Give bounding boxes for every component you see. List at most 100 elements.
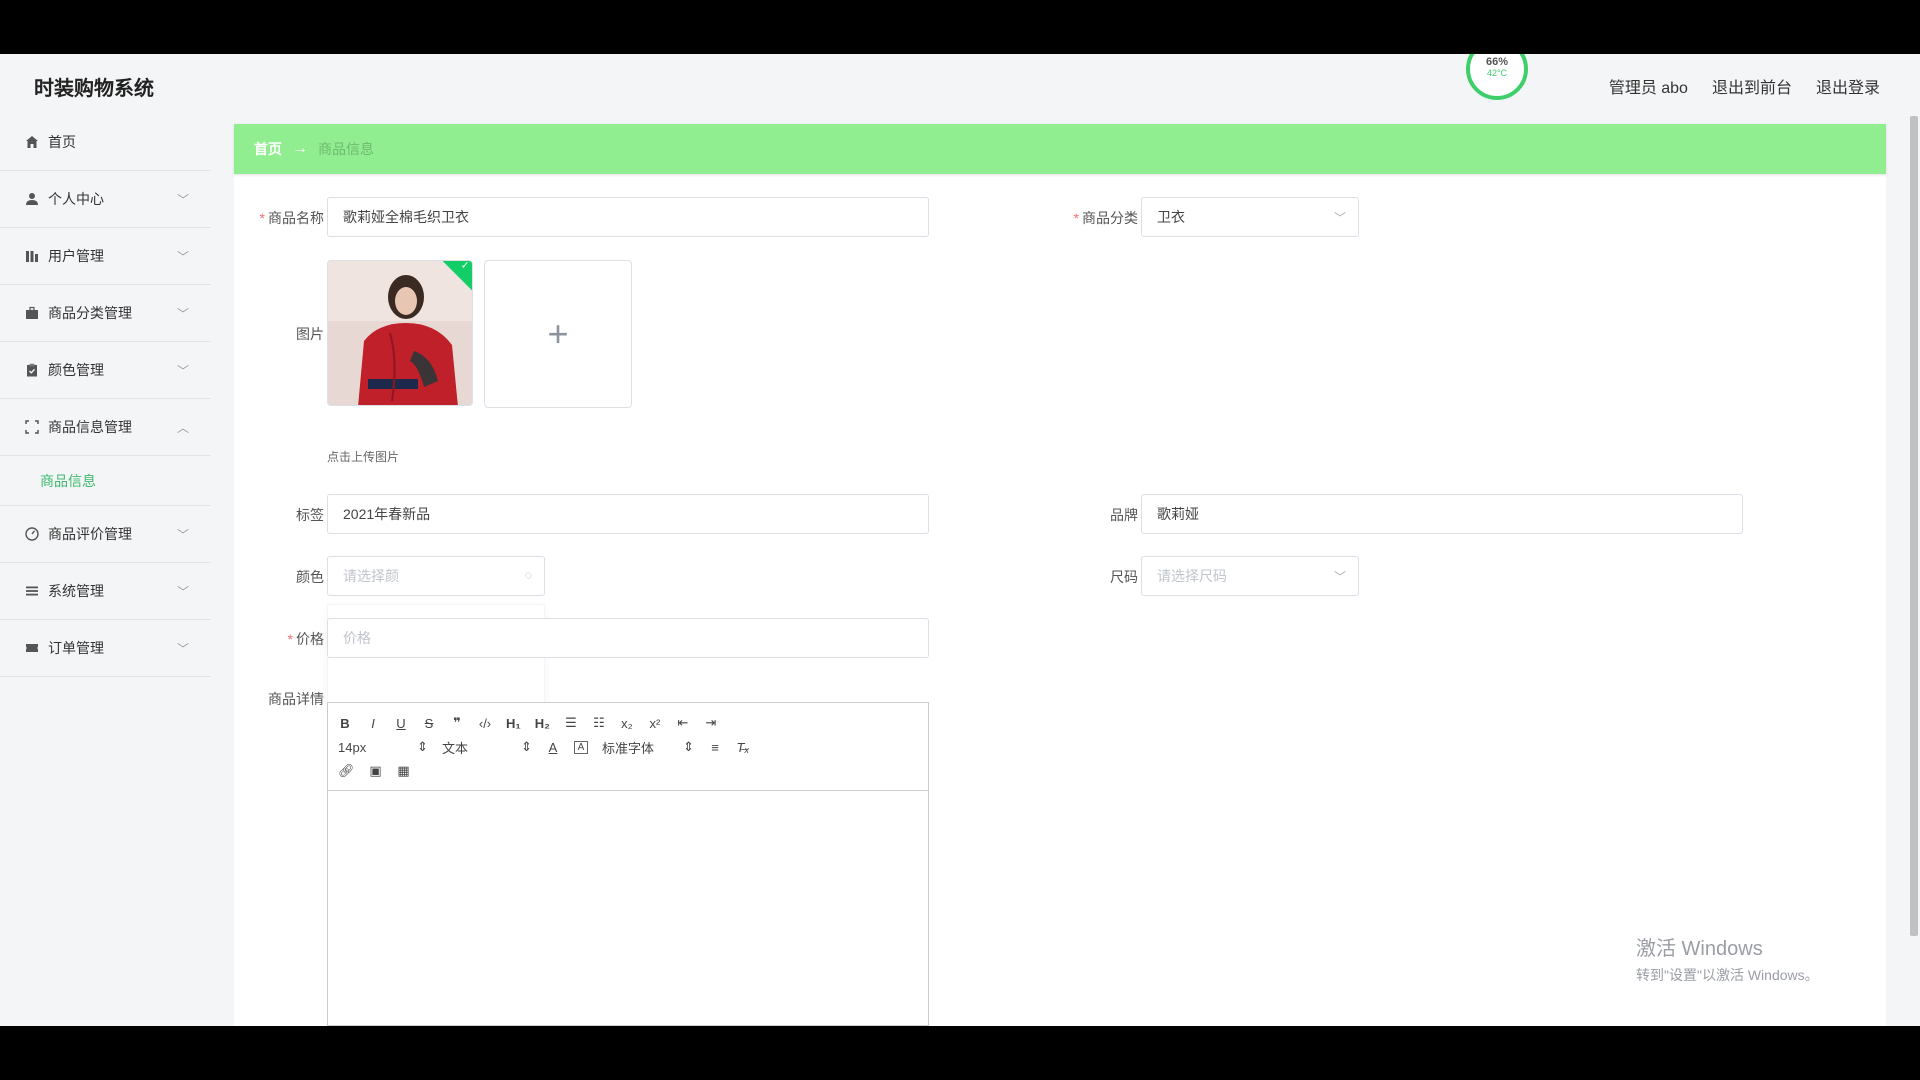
sidebar-item-label: 系统管理 [48,583,104,599]
breadcrumb-home[interactable]: 首页 [254,139,282,159]
image-label: 图片 [296,326,324,342]
color-placeholder: 请选择颜 [343,568,399,584]
logout-link[interactable]: 退出登录 [1816,74,1880,98]
italic-icon[interactable]: I [366,716,380,731]
sidebar-item-review-management[interactable]: 商品评价管理 ﹀ [0,506,211,563]
dropdown-option[interactable] [328,675,544,689]
price-label: * 价格 [287,631,324,647]
chevron-down-icon: ﹀ [176,585,189,599]
chevron-down-icon: ﹀ [1333,211,1346,225]
chevron-down-icon: ﹀ [176,193,189,207]
dropdown-option[interactable] [328,605,544,619]
sidebar-item-personal-center[interactable]: 个人中心 ﹀ [0,171,211,228]
category-label: * 商品分类 [1073,210,1138,226]
top-links: 管理员 abo 退出到前台 退出登录 [1609,74,1880,98]
watermark-line2: 转到"设置"以激活 Windows。 [1636,967,1819,983]
sidebar-item-home[interactable]: 首页 [0,114,211,171]
sidebar-item-label: 个人中心 [48,191,104,207]
chevron-down-icon: ﹀ [176,307,189,321]
sidebar-item-order-management[interactable]: 订单管理 ﹀ [0,620,211,677]
sidebar-item-label: 商品信息管理 [48,419,132,435]
loading-spinner-icon: ◌ [524,568,532,582]
image-icon[interactable]: ▣ [369,763,383,779]
sidebar-item-color-management[interactable]: 颜色管理 ﹀ [0,342,211,399]
font-family-select[interactable]: 标准字体 ⇕ [602,738,694,757]
windows-activation-watermark: 激活 Windows 转到"设置"以激活 Windows。 [1636,932,1819,985]
product-name-label: * 商品名称 [259,210,324,226]
brand-label: 品牌 [1110,507,1138,523]
font-size-select[interactable]: 14px ⇕ [338,739,428,755]
sidebar-item-label: 商品评价管理 [48,526,132,542]
main-content: 首页 → 商品信息 * 商品名称 歌莉娅全棉毛织卫衣 * 商品分类 卫衣 ﹀ 图片 [234,124,1886,1026]
color-label: 颜色 [296,569,324,585]
font-color-icon[interactable]: A [546,740,560,755]
chevron-down-icon: ﹀ [176,528,189,542]
align-icon[interactable]: ≡ [708,740,722,755]
clipboard-icon [24,362,40,378]
product-photo [328,261,472,405]
plus-icon: + [547,313,569,354]
chevron-down-icon: ﹀ [1333,570,1346,584]
sidebar-item-category-management[interactable]: 商品分类管理 ﹀ [0,285,211,342]
tag-input[interactable]: 2021年春新品 [327,494,929,534]
product-name-input[interactable]: 歌莉娅全棉毛织卫衣 [327,197,929,237]
brand-input[interactable]: 歌莉娅 [1141,494,1743,534]
blockquote-icon[interactable]: ❞ [450,715,464,731]
indent-icon[interactable]: ⇥ [704,715,718,731]
editor-content-area[interactable] [328,791,928,1025]
sidebar-item-product-info-management[interactable]: 商品信息管理 ︿ [0,399,211,456]
user-icon [24,191,40,207]
breadcrumb-current: 商品信息 [318,141,374,157]
briefcase-icon [24,305,40,321]
bullet-list-icon[interactable]: ☷ [592,715,606,731]
outdent-icon[interactable]: ⇤ [676,715,690,731]
text-type-select[interactable]: 文本 ⇕ [442,738,532,757]
letterbox-top [0,0,1920,54]
sidebar-subitem-product-info[interactable]: 商品信息 [0,456,211,506]
temperature-degree: 42°C [1486,68,1508,78]
upload-tip: 点击上传图片 [327,450,400,464]
code-block-icon[interactable]: ‹/› [478,716,492,731]
heading2-icon[interactable]: H₂ [535,716,550,731]
temperature-percent: 66% [1485,56,1509,68]
subscript-icon[interactable]: x₂ [620,716,634,731]
underline-icon[interactable]: U [394,716,408,731]
editor-toolbar: B I U S ❞ ‹/› H₁ H₂ ☰ ☷ x₂ x² ⇤ ⇥ 14px⇕ [328,703,928,791]
updown-icon: ⇕ [521,739,532,754]
go-frontend-link[interactable]: 退出到前台 [1712,74,1792,98]
size-select[interactable]: 请选择尺码 ﹀ [1141,556,1359,596]
app-window: 时装购物系统 66% 42°C 管理员 abo 退出到前台 退出登录 首页 个人… [0,54,1920,1026]
bold-icon[interactable]: B [338,716,352,731]
dropdown-option[interactable] [328,661,544,675]
color-select[interactable]: 请选择颜 ◌ [327,556,545,596]
admin-user-link[interactable]: 管理员 abo [1609,74,1688,98]
list-icon [24,583,40,599]
tag-label: 标签 [296,507,324,523]
sidebar: 首页 个人中心 ﹀ 用户管理 ﹀ 商品分类管理 ﹀ 颜色管理 ﹀ 商品信息管理 … [0,114,211,1026]
price-input[interactable]: 价格 [327,618,929,658]
uploaded-image-thumbnail[interactable]: ✓ [327,260,473,406]
category-select[interactable]: 卫衣 ﹀ [1141,197,1359,237]
sidebar-item-user-management[interactable]: 用户管理 ﹀ [0,228,211,285]
link-icon[interactable]: 🔗︎ [338,763,355,779]
ticket-icon [24,640,40,656]
sidebar-item-label: 订单管理 [48,640,104,656]
video-icon[interactable]: ▦ [397,763,411,779]
background-color-icon[interactable]: A [574,740,588,754]
heading1-icon[interactable]: H₁ [506,716,521,731]
upload-add-button[interactable]: + [484,260,632,408]
watermark-line1: 激活 Windows [1636,938,1763,960]
sidebar-item-system-management[interactable]: 系统管理 ﹀ [0,563,211,620]
updown-icon: ⇕ [417,739,428,754]
strikethrough-icon[interactable]: S [422,716,436,731]
superscript-icon[interactable]: x² [648,716,662,731]
chart-icon [24,248,40,264]
chevron-up-icon: ︿ [176,421,189,435]
dashboard-icon [24,526,40,542]
letterbox-bottom [0,1026,1920,1080]
sidebar-item-label: 用户管理 [48,248,104,264]
breadcrumb: 首页 → 商品信息 [234,124,1886,174]
ordered-list-icon[interactable]: ☰ [564,715,578,731]
vertical-scrollbar[interactable] [1910,116,1918,936]
clear-format-icon[interactable]: T̶ₓ [736,740,750,755]
